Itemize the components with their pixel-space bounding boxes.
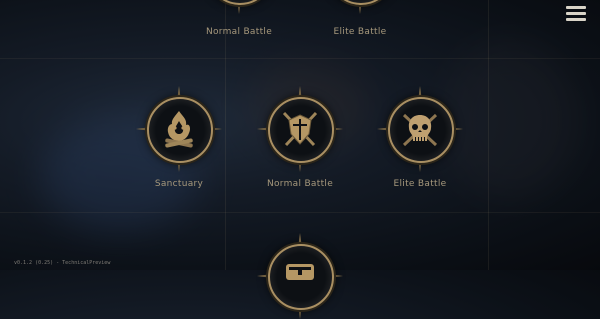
node-elite-battle[interactable] [377,86,463,172]
node-label: Elite Battle [333,27,387,37]
node-normal-battle[interactable] [257,86,343,172]
node-elite-battle-top[interactable] [317,0,403,14]
node-normal-battle-top[interactable] [196,0,282,14]
chest-icon [286,264,314,280]
node-label: Sanctuary [154,179,204,189]
node-label: Normal Battle [266,179,334,189]
menu-button[interactable] [566,6,586,22]
campfire-icon [165,111,193,148]
hamburger-menu-icon [566,18,586,21]
skull-crossbones-icon [402,113,438,147]
background-line [488,0,489,270]
node-label: Normal Battle [205,27,273,37]
swords-shield-icon [282,111,318,147]
node-treasure[interactable] [257,233,343,319]
node-label: Elite Battle [393,179,447,189]
version-text: v0.1.2 (0.25) - TechnicalPreview [14,260,111,266]
hamburger-menu-icon [566,12,586,15]
hamburger-menu-icon [566,6,586,9]
background-line [0,212,600,213]
background-line [225,0,226,270]
node-sanctuary[interactable] [136,86,222,172]
background-line [0,58,600,59]
